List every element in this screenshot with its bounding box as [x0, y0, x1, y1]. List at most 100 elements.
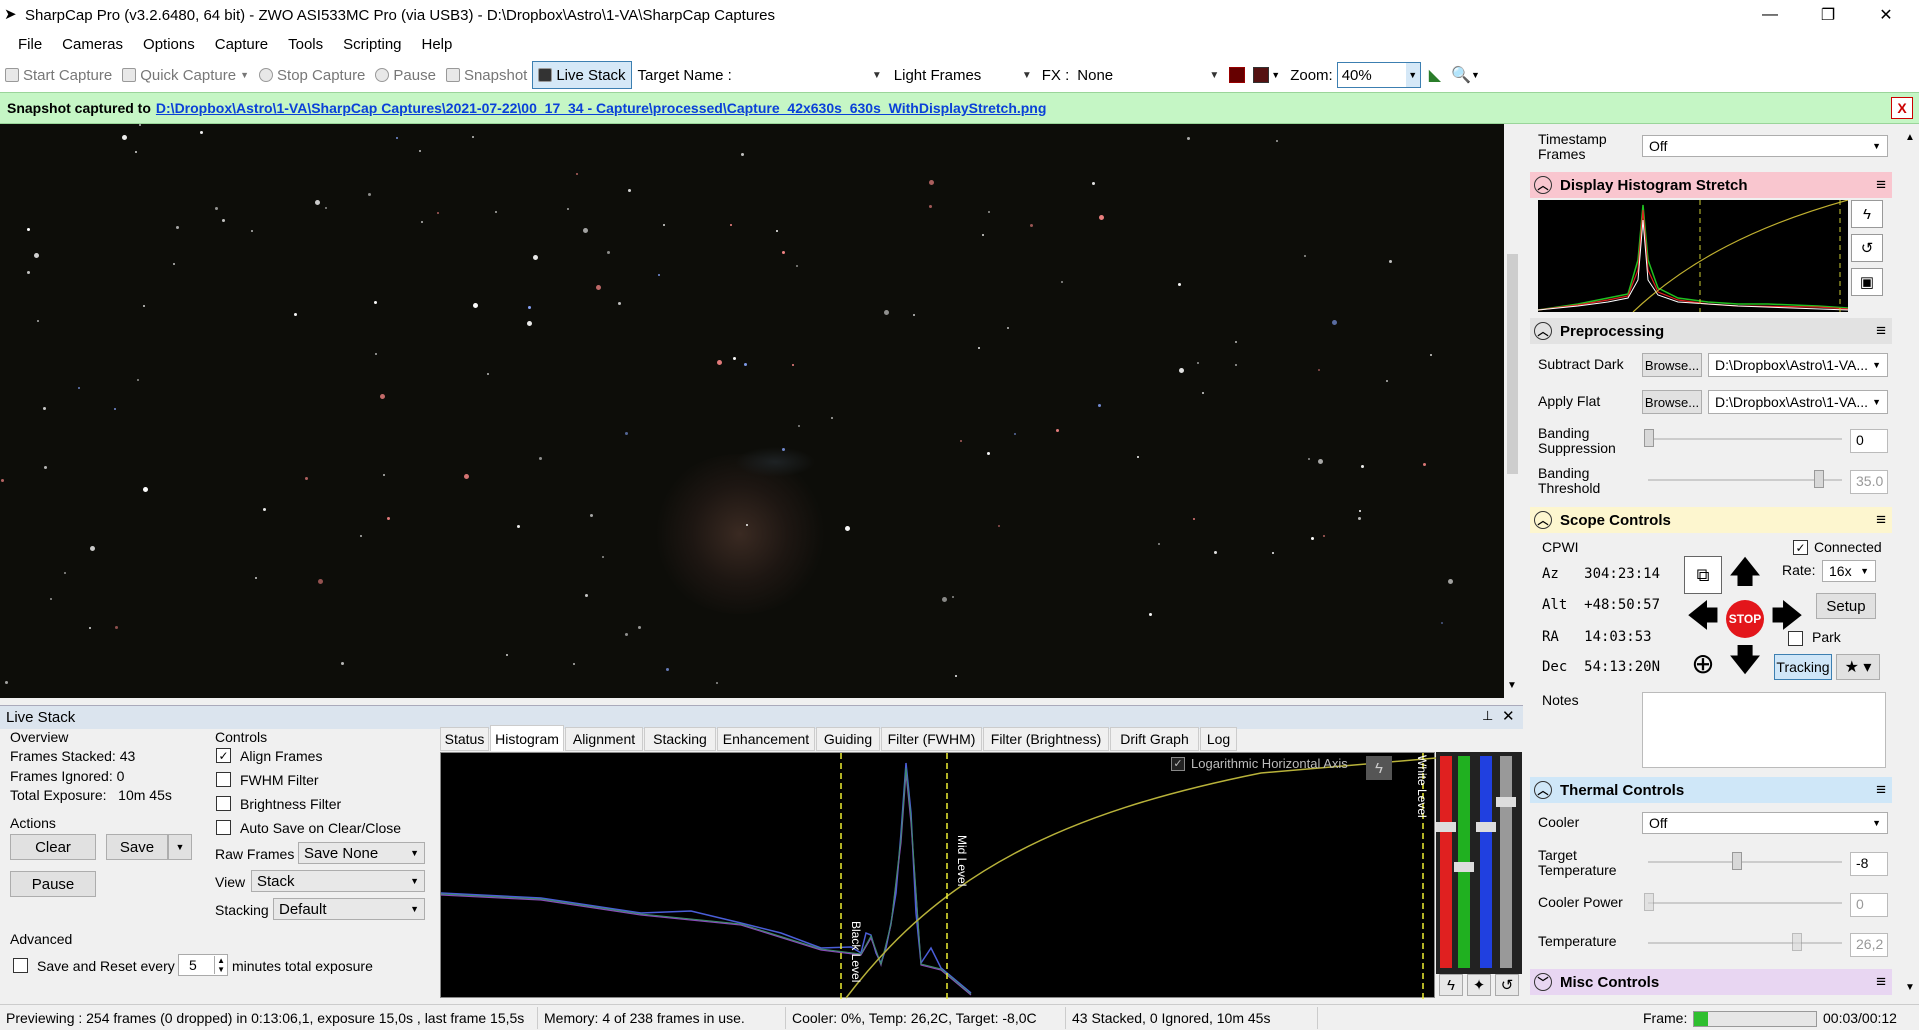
preprocessing-header[interactable]: ︿ Preprocessing ≡ — [1530, 318, 1892, 344]
slider-handle[interactable] — [1476, 822, 1496, 832]
slider-handle[interactable] — [1496, 797, 1516, 807]
menu-icon[interactable]: ≡ — [1876, 972, 1886, 992]
collapse-icon[interactable]: ︿ — [1534, 176, 1552, 194]
apply-flat-browse-button[interactable]: Browse... — [1642, 390, 1702, 414]
snapshot-path-link[interactable]: D:\Dropbox\Astro\1-VA\SharpCap Captures\… — [156, 100, 1047, 116]
menu-scripting[interactable]: Scripting — [333, 36, 411, 53]
auto-stretch-icon[interactable]: ϟ — [1366, 756, 1392, 780]
align-frames-checkbox[interactable]: ✓ — [216, 748, 231, 763]
fx-dropdown[interactable]: None ▼ — [1073, 63, 1224, 87]
image-preview[interactable] — [0, 124, 1504, 698]
close-icon[interactable]: ✕ — [1502, 707, 1515, 725]
control-panel-scrollbar[interactable]: ▲ ▼ — [1902, 124, 1919, 1002]
level-sliders[interactable] — [1436, 752, 1522, 974]
stepper-arrows-icon[interactable]: ▲ ▼ — [214, 956, 227, 974]
raw-frames-select[interactable]: Save None ▼ — [298, 842, 425, 864]
pause-stack-button[interactable]: Pause — [10, 871, 96, 897]
reset-icon[interactable]: ↺ — [1851, 234, 1883, 262]
notes-textarea[interactable] — [1642, 692, 1886, 768]
display-histogram[interactable] — [1537, 199, 1849, 313]
slider-thumb[interactable] — [1644, 429, 1654, 447]
tab-stacking[interactable]: Stacking — [644, 727, 716, 751]
star-dropdown-button[interactable]: ★ ▾ — [1836, 654, 1880, 680]
scope-controls-header[interactable]: ︿ Scope Controls ≡ — [1530, 507, 1892, 533]
banding-suppression-slider[interactable] — [1648, 438, 1842, 440]
display-histogram-header[interactable]: ︿ Display Histogram Stretch ≡ — [1530, 172, 1892, 198]
menu-tools[interactable]: Tools — [278, 36, 333, 53]
slider-thumb[interactable] — [1814, 470, 1824, 488]
log-axis-checkbox[interactable]: ✓ — [1171, 756, 1185, 771]
clear-button[interactable]: Clear — [10, 834, 96, 860]
banding-threshold-value[interactable]: 35.0 — [1850, 470, 1888, 494]
connected-checkbox[interactable]: ✓ — [1793, 540, 1808, 555]
view-select[interactable]: Stack ▼ — [251, 870, 425, 892]
arrow-down-icon[interactable]: 🡇 — [1726, 644, 1764, 682]
tab-filter-brightness[interactable]: Filter (Brightness) — [983, 727, 1109, 751]
collapse-icon[interactable]: ︿ — [1534, 781, 1552, 799]
target-temperature-slider[interactable] — [1648, 861, 1842, 863]
snapshot-button[interactable]: Snapshot — [441, 61, 532, 89]
arrow-left-icon[interactable]: 🡄 — [1684, 600, 1722, 638]
menu-options[interactable]: Options — [133, 36, 205, 53]
target-name-dropdown[interactable]: ▼ — [735, 63, 886, 87]
chevron-down-icon[interactable]: ▼ — [1905, 982, 1915, 993]
arrow-up-icon[interactable]: 🡅 — [1726, 556, 1764, 594]
image-scrollbar[interactable]: ▼ — [1504, 124, 1521, 698]
zoom-icon[interactable]: 🔍 — [1451, 65, 1471, 85]
star-icon[interactable]: ✦ — [1467, 974, 1491, 996]
apply-flat-select[interactable]: D:\Dropbox\Astro\1-VA... ▼ — [1708, 390, 1888, 414]
banding-threshold-slider[interactable] — [1648, 479, 1842, 481]
start-capture-button[interactable]: Start Capture — [0, 61, 117, 89]
tracking-button[interactable]: Tracking — [1774, 654, 1832, 680]
banding-suppression-value[interactable]: 0 — [1850, 429, 1888, 453]
subtract-dark-browse-button[interactable]: Browse... — [1642, 353, 1702, 377]
menu-file[interactable]: File — [8, 36, 52, 53]
overlay-icon[interactable] — [1229, 67, 1246, 83]
red-level-slider[interactable] — [1440, 756, 1452, 968]
slider-handle[interactable] — [1454, 862, 1474, 872]
chevron-down-icon[interactable]: ▼ — [1507, 680, 1517, 691]
lum-level-slider[interactable] — [1500, 756, 1512, 968]
tab-status[interactable]: Status — [440, 727, 489, 751]
fwhm-filter-checkbox[interactable] — [216, 772, 231, 787]
tab-filter-fwhm[interactable]: Filter (FWHM) — [881, 727, 982, 751]
tab-log[interactable]: Log — [1200, 727, 1237, 751]
menu-cameras[interactable]: Cameras — [52, 36, 133, 53]
slider-handle[interactable] — [1436, 822, 1456, 832]
tab-histogram[interactable]: Histogram — [490, 725, 564, 751]
setup-button[interactable]: Setup — [1816, 593, 1876, 619]
scrollbar-thumb[interactable] — [1507, 254, 1518, 474]
chevron-down-icon[interactable]: ▼ — [1471, 70, 1480, 80]
cooler-select[interactable]: Off ▼ — [1642, 812, 1888, 834]
menu-help[interactable]: Help — [412, 36, 463, 53]
maximize-button[interactable]: ❐ — [1799, 0, 1857, 30]
stop-capture-button[interactable]: Stop Capture — [254, 61, 370, 89]
blue-level-slider[interactable] — [1480, 756, 1492, 968]
chevron-up-icon[interactable]: ▲ — [1905, 132, 1915, 143]
notification-close-button[interactable]: X — [1891, 97, 1913, 119]
menu-icon[interactable]: ≡ — [1876, 175, 1886, 195]
park-checkbox[interactable] — [1788, 631, 1803, 646]
save-icon[interactable]: ▣ — [1851, 268, 1883, 296]
save-button[interactable]: Save — [106, 834, 168, 860]
chevron-down-icon[interactable]: ▼ — [1271, 70, 1280, 80]
minimize-button[interactable]: — — [1741, 0, 1799, 30]
menu-icon[interactable]: ≡ — [1876, 510, 1886, 530]
save-reset-checkbox[interactable] — [13, 958, 28, 973]
goto-icon[interactable]: ⧉ — [1684, 556, 1722, 594]
expand-icon[interactable]: ﹀ — [1534, 973, 1552, 991]
quick-capture-button[interactable]: Quick Capture ▼ — [117, 61, 254, 89]
menu-capture[interactable]: Capture — [205, 36, 278, 53]
save-dropdown-button[interactable]: ▼ — [168, 834, 192, 860]
stack-histogram[interactable]: Black Level Mid Level White Level ✓ Logar… — [440, 752, 1437, 999]
stop-button[interactable]: STOP — [1726, 600, 1764, 638]
misc-controls-header[interactable]: ﹀ Misc Controls ≡ — [1530, 969, 1892, 995]
menu-icon[interactable]: ≡ — [1876, 321, 1886, 341]
log-axis-toggle[interactable]: ✓ Logarithmic Horizontal Axis — [1171, 756, 1348, 771]
live-stack-button[interactable]: Live Stack — [532, 61, 632, 89]
collapse-icon[interactable]: ︿ — [1534, 511, 1552, 529]
slider-thumb[interactable] — [1732, 852, 1742, 870]
brightness-filter-checkbox[interactable] — [216, 796, 231, 811]
close-window-button[interactable]: ✕ — [1857, 0, 1915, 30]
collapse-icon[interactable]: ︿ — [1534, 322, 1552, 340]
